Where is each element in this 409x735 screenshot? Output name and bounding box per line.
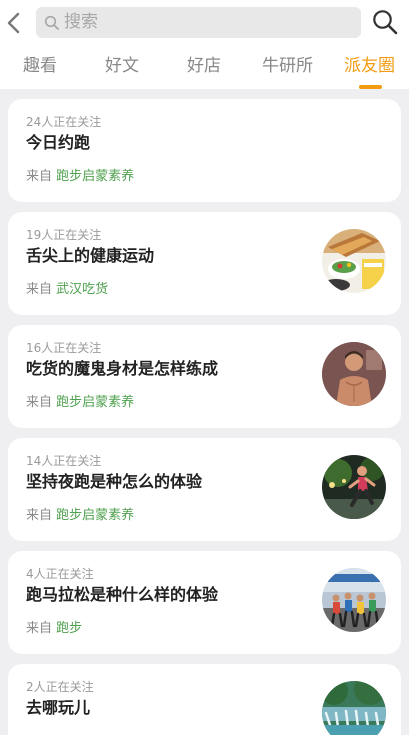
night-runner-image — [322, 455, 386, 519]
source-link[interactable]: 跑步 — [56, 621, 82, 636]
marathon-image — [322, 568, 386, 632]
tab-haowen[interactable]: 好文 — [105, 55, 139, 77]
item-title: 去哪玩儿 — [26, 698, 91, 717]
tab-haodian[interactable]: 好店 — [187, 55, 221, 77]
source-link[interactable]: 跑步启蒙素养 — [56, 395, 134, 410]
watcher-count: 14人正在关注 — [26, 454, 102, 468]
search-placeholder: 搜索 — [64, 12, 98, 32]
watcher-count: 16人正在关注 — [26, 341, 102, 355]
watcher-count: 24人正在关注 — [26, 115, 102, 129]
item-title: 今日约跑 — [26, 133, 91, 152]
list-item[interactable]: 19人正在关注 舌尖上的健康运动 来自 武汉吃货 — [8, 212, 401, 315]
waterfall-image — [322, 681, 386, 735]
source-link[interactable]: 武汉吃货 — [56, 282, 108, 297]
watcher-count: 2人正在关注 — [26, 680, 94, 694]
list-item[interactable]: 16人正在关注 吃货的魔鬼身材是怎样练成 来自 跑步启蒙素养 — [8, 325, 401, 428]
item-source: 来自 跑步 — [26, 621, 83, 636]
fitness-man-image — [322, 342, 386, 406]
watcher-count: 19人正在关注 — [26, 228, 102, 242]
item-source: 来自 跑步启蒙素养 — [26, 508, 135, 523]
list-item[interactable]: 24人正在关注 今日约跑 来自 跑步启蒙素养 — [8, 99, 401, 202]
tab-paiyouquan[interactable]: 派友圈 — [344, 55, 395, 77]
search-icon — [44, 15, 59, 30]
list-item[interactable]: 4人正在关注 跑马拉松是种什么样的体验 来自 跑步 — [8, 551, 401, 654]
tab-niuyansuo[interactable]: 牛研所 — [262, 55, 313, 77]
tab-qukan[interactable]: 趣看 — [23, 55, 57, 77]
active-tab-indicator — [359, 85, 382, 89]
list-item[interactable]: 14人正在关注 坚持夜跑是种怎么的体验 来自 跑步启蒙素养 — [8, 438, 401, 541]
item-title: 跑马拉松是种什么样的体验 — [26, 585, 219, 604]
item-title: 舌尖上的健康运动 — [26, 246, 155, 265]
list-item[interactable]: 2人正在关注 去哪玩儿 — [8, 664, 401, 735]
back-arrow-icon[interactable] — [4, 10, 24, 36]
search-button-icon[interactable] — [371, 8, 399, 36]
item-title: 坚持夜跑是种怎么的体验 — [26, 472, 203, 491]
search-input[interactable]: 搜索 — [36, 7, 361, 38]
item-source: 来自 武汉吃货 — [26, 282, 109, 297]
item-source: 来自 跑步启蒙素养 — [26, 169, 135, 184]
source-link[interactable]: 跑步启蒙素养 — [56, 508, 134, 523]
food-image — [322, 229, 386, 293]
top-bar: 搜索 — [0, 0, 409, 44]
item-title: 吃货的魔鬼身材是怎样练成 — [26, 359, 219, 378]
source-link[interactable]: 跑步启蒙素养 — [56, 169, 134, 184]
item-source: 来自 跑步启蒙素养 — [26, 395, 135, 410]
watcher-count: 4人正在关注 — [26, 567, 94, 581]
category-tabs: 趣看 好文 好店 牛研所 派友圈 — [0, 44, 409, 89]
